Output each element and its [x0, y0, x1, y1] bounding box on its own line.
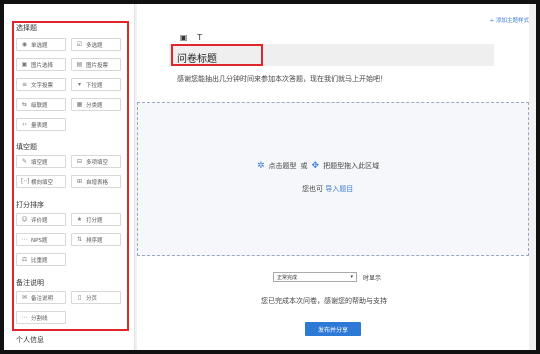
- scale-icon: ‹›: [22, 121, 27, 128]
- section-title-rating: 打分排序: [16, 201, 44, 209]
- click-type-text: 点击题型: [268, 162, 297, 170]
- add-theme-link[interactable]: + 添加主题样式: [490, 16, 529, 24]
- qtype-multi-fill[interactable]: ⊟ 多项填空: [71, 155, 121, 168]
- qtype-image-vote[interactable]: ▤ 图片投票: [71, 58, 121, 71]
- finish-message[interactable]: 您已完成本次问卷，感谢您的帮助与支持: [261, 296, 387, 306]
- qtype-multi-choice[interactable]: ☑ 多选题: [71, 38, 121, 51]
- section-title-personal: 个人信息: [16, 336, 44, 344]
- welcome-text[interactable]: 感谢您能抽出几分钟时间来参加本次答题，现在我们就马上开始吧！: [177, 74, 387, 84]
- qtype-nps[interactable]: ⋯ NPS题: [16, 233, 66, 246]
- survey-title[interactable]: 问卷标题: [177, 50, 217, 65]
- publish-share-button[interactable]: 发布并分享: [305, 322, 361, 336]
- drag-type-text: 把题型拖入此区域: [323, 162, 380, 170]
- survey-editor: + 添加主题样式 ▣ T 问卷标题 感谢您能抽出几分钟时间来参加本次答题，现在我…: [137, 4, 529, 350]
- drop-zone-hint: ✲ 点击题型 或 ✥ 把题型拖入此区域: [257, 161, 379, 171]
- fill-icon: ✎: [21, 158, 28, 165]
- section-title-fill: 填空题: [16, 143, 37, 151]
- chevron-down-icon: ▾: [350, 274, 353, 280]
- text-format-icon[interactable]: T: [197, 33, 202, 42]
- table-icon: ⊞: [76, 178, 83, 185]
- qtype-rating[interactable]: ☺ 评价题: [16, 213, 66, 226]
- question-drop-zone[interactable]: [137, 102, 529, 256]
- title-input-bar[interactable]: [169, 44, 494, 66]
- qtype-weight[interactable]: ⚖ 比重题: [16, 253, 66, 266]
- qtype-classify[interactable]: ▦ 分类题: [71, 98, 121, 111]
- qtype-cascade[interactable]: ⇆ 级联题: [16, 98, 66, 111]
- finish-condition-row: 正常完成 ▾ 时显示: [273, 272, 381, 282]
- qtype-text-vote[interactable]: ≡ 文字投票: [16, 78, 66, 91]
- title-toolbar: ▣ T: [175, 30, 207, 44]
- checkbox-icon: ☑: [76, 41, 83, 48]
- qtype-score[interactable]: ★ 打分题: [71, 213, 121, 226]
- multi-fill-icon: ⊟: [76, 158, 83, 165]
- qtype-sort[interactable]: ⇅ 排序题: [71, 233, 121, 246]
- import-questions-link[interactable]: 导入题目: [325, 185, 353, 193]
- qtype-inline-fill[interactable]: [··] 横向填空: [16, 175, 66, 188]
- question-type-sidebar: 选择题 ◉ 单选题 ☑ 多选题 ▣ 图片选择 ▤ 图片投票 ≡ 文字投票 ▾ 下拉题 ⇆ 级联…: [4, 4, 135, 350]
- finish-suffix-text: 时显示: [363, 274, 382, 282]
- cascade-icon: ⇆: [21, 101, 28, 108]
- qtype-image-select[interactable]: ▣ 图片选择: [16, 58, 66, 71]
- qtype-note[interactable]: ✉ 备注说明: [16, 291, 66, 304]
- rating-icon: ☺: [21, 216, 28, 223]
- star-icon: ★: [76, 216, 83, 223]
- image-vote-icon: ▤: [76, 61, 83, 68]
- classify-icon: ▦: [76, 101, 83, 108]
- sort-icon: ⇅: [76, 236, 83, 243]
- divider-icon: ⋯: [21, 314, 28, 321]
- section-title-note: 备注说明: [16, 279, 44, 287]
- qtype-dropdown[interactable]: ▾ 下拉题: [71, 78, 121, 91]
- or-text: 或: [300, 162, 308, 170]
- image-icon[interactable]: ▣: [180, 33, 188, 42]
- radio-icon: ◉: [21, 41, 28, 48]
- inline-fill-icon: [··]: [21, 178, 30, 185]
- page-break-icon: ▯: [77, 294, 82, 301]
- dropdown-icon: ▾: [77, 81, 81, 88]
- cursor-click-icon: ✲: [257, 161, 265, 171]
- drag-move-icon: ✥: [311, 161, 320, 171]
- qtype-fill[interactable]: ✎ 填空题: [16, 155, 66, 168]
- app-frame: 选择题 ◉ 单选题 ☑ 多选题 ▣ 图片选择 ▤ 图片投票 ≡ 文字投票 ▾ 下拉题 ⇆ 级联…: [4, 4, 536, 350]
- note-icon: ✉: [21, 294, 28, 301]
- finish-status-select[interactable]: 正常完成 ▾: [273, 272, 357, 282]
- nps-icon: ⋯: [21, 236, 28, 243]
- image-select-icon: ▣: [21, 61, 28, 68]
- text-vote-icon: ≡: [21, 81, 28, 88]
- qtype-divider[interactable]: ⋯ 分割线: [16, 311, 66, 324]
- weight-icon: ⚖: [21, 256, 28, 263]
- section-title-choice: 选择题: [16, 24, 37, 32]
- import-hint: 您也可 导入题目: [302, 185, 354, 193]
- qtype-single-choice[interactable]: ◉ 单选题: [16, 38, 66, 51]
- qtype-table[interactable]: ⊞ 自增表格: [71, 175, 121, 188]
- qtype-page-break[interactable]: ▯ 分页: [71, 291, 121, 304]
- qtype-scale[interactable]: ‹› 量表题: [16, 118, 66, 131]
